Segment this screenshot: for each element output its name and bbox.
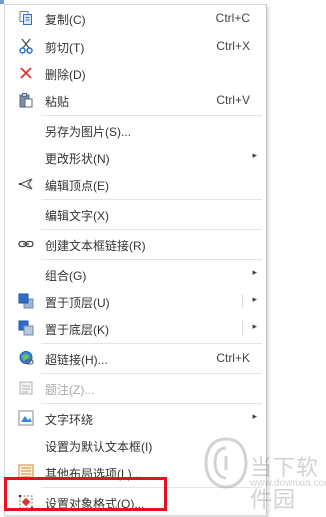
menu-item-label: 粘贴 bbox=[45, 95, 70, 109]
menu-item-label: 编辑顶点(E) bbox=[45, 179, 109, 193]
menu-item-label: 置于顶层(U) bbox=[45, 296, 110, 310]
shortcut-text: Ctrl+K bbox=[216, 351, 250, 365]
submenu-arrow-icon[interactable]: ▸ bbox=[252, 294, 257, 305]
submenu-arrow-icon: ▸ bbox=[252, 150, 257, 160]
menu-item-label: 编辑文字(X) bbox=[45, 209, 109, 223]
menu-item-bring-to-front[interactable]: 置于顶层(U) ▸ bbox=[5, 290, 266, 312]
delete-x-icon bbox=[18, 65, 34, 81]
shortcut-text: Ctrl+X bbox=[216, 39, 250, 53]
highlight-box bbox=[4, 477, 167, 511]
menu-item-label: 创建文本框链接(R) bbox=[45, 239, 146, 253]
menu-item-label: 置于底层(K) bbox=[45, 323, 109, 337]
menu-item-text-wrap[interactable]: 文字环绕 ▸ bbox=[5, 407, 266, 429]
menu-item-label: 复制(C) bbox=[45, 13, 86, 27]
menu-separator bbox=[41, 259, 262, 260]
bring-to-front-icon bbox=[18, 293, 34, 309]
menu-item-label: 删除(D) bbox=[45, 68, 86, 82]
context-menu: 复制(C) Ctrl+C 剪切(T) Ctrl+X 删除(D) 粘贴 Ctrl+… bbox=[4, 4, 267, 516]
text-wrap-icon bbox=[18, 410, 34, 426]
menu-item-set-default-textbox[interactable]: 设置为默认文本框(I) bbox=[5, 434, 266, 456]
submenu-arrow-icon: ▸ bbox=[252, 411, 257, 421]
menu-item-label: 剪切(T) bbox=[45, 41, 85, 55]
submenu-arrow-icon: ▸ bbox=[252, 267, 257, 277]
menu-item-label: 另存为图片(S)... bbox=[45, 125, 131, 139]
copy-icon bbox=[18, 10, 34, 26]
scissors-icon bbox=[18, 38, 34, 54]
split-divider bbox=[242, 294, 243, 308]
menu-item-label: 题注(Z)... bbox=[45, 383, 95, 397]
menu-item-delete[interactable]: 删除(D) bbox=[5, 62, 266, 84]
menu-item-paste[interactable]: 粘贴 Ctrl+V bbox=[5, 89, 266, 111]
menu-item-edit-text[interactable]: 编辑文字(X) bbox=[5, 203, 266, 225]
caption-icon bbox=[18, 380, 34, 396]
menu-separator bbox=[41, 373, 262, 374]
edit-points-icon bbox=[18, 176, 34, 192]
menu-item-label: 设置为默认文本框(I) bbox=[45, 440, 153, 454]
menu-separator bbox=[41, 403, 262, 404]
menu-item-edit-points[interactable]: 编辑顶点(E) bbox=[5, 173, 266, 195]
menu-item-label: 超链接(H)... bbox=[45, 353, 108, 367]
menu-item-label: 文字环绕 bbox=[45, 413, 94, 427]
send-to-back-icon bbox=[18, 320, 34, 336]
shortcut-text: Ctrl+C bbox=[215, 11, 250, 25]
hyperlink-globe-icon bbox=[18, 350, 34, 366]
menu-separator bbox=[41, 229, 262, 230]
paste-icon bbox=[18, 92, 34, 108]
menu-separator bbox=[41, 343, 262, 344]
menu-item-create-textbox-link[interactable]: 创建文本框链接(R) bbox=[5, 233, 266, 255]
menu-item-hyperlink[interactable]: 超链接(H)... Ctrl+K bbox=[5, 347, 266, 369]
menu-item-save-as-picture[interactable]: 另存为图片(S)... bbox=[5, 119, 266, 141]
menu-item-change-shape[interactable]: 更改形状(N) ▸ bbox=[5, 146, 266, 168]
menu-item-copy[interactable]: 复制(C) Ctrl+C bbox=[5, 7, 266, 29]
menu-item-group[interactable]: 组合(G) ▸ bbox=[5, 263, 266, 285]
menu-item-caption: 题注(Z)... bbox=[5, 377, 266, 399]
menu-separator bbox=[41, 199, 262, 200]
menu-item-label: 组合(G) bbox=[45, 269, 87, 283]
menu-item-label: 更改形状(N) bbox=[45, 152, 110, 166]
link-chain-icon bbox=[18, 236, 34, 252]
menu-separator bbox=[41, 115, 262, 116]
submenu-arrow-icon[interactable]: ▸ bbox=[252, 321, 257, 332]
menu-item-cut[interactable]: 剪切(T) Ctrl+X bbox=[5, 35, 266, 57]
shortcut-text: Ctrl+V bbox=[216, 93, 250, 107]
menu-item-send-to-back[interactable]: 置于底层(K) ▸ bbox=[5, 317, 266, 339]
split-divider bbox=[242, 321, 243, 335]
